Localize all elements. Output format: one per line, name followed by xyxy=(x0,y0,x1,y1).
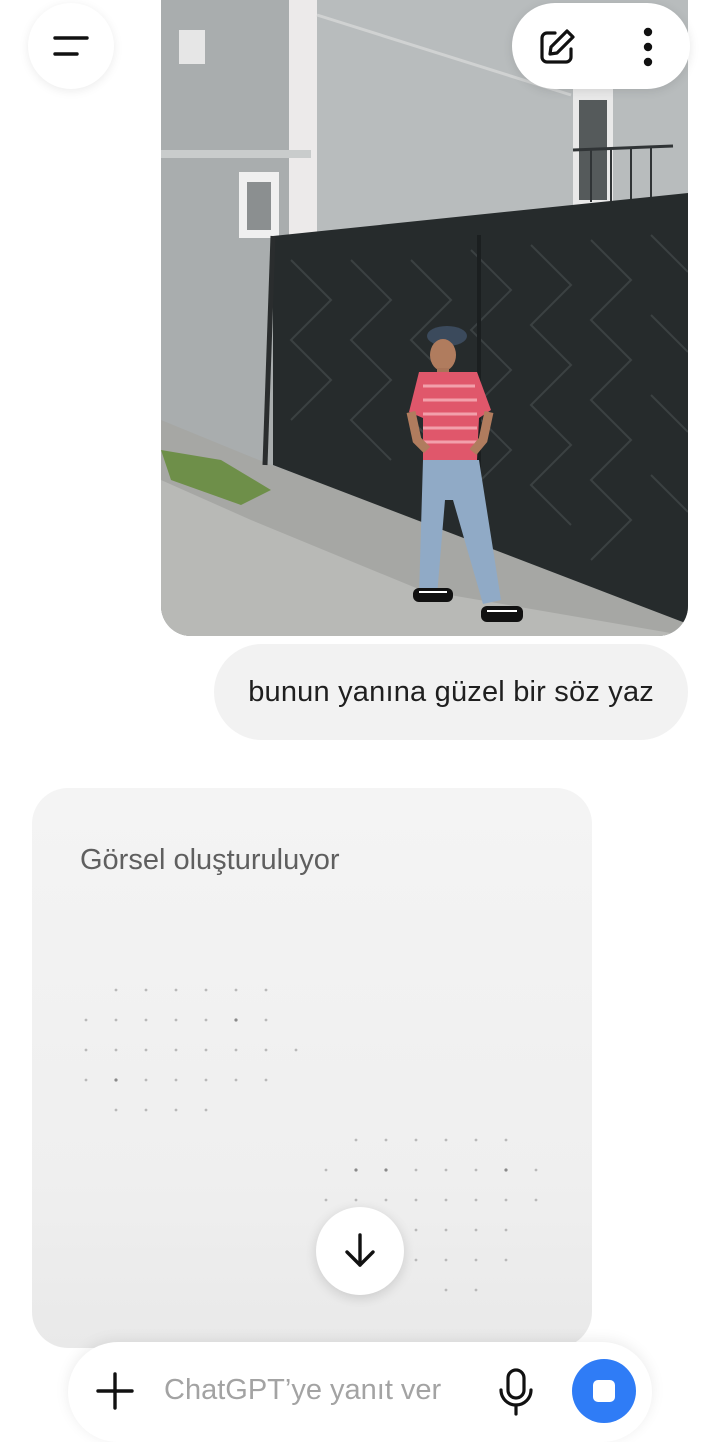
stop-square-icon xyxy=(593,1380,615,1402)
stop-generation-button[interactable] xyxy=(572,1359,636,1423)
add-attachment-button[interactable] xyxy=(94,1370,136,1412)
microphone-icon xyxy=(499,1368,533,1416)
image-generation-card: Görsel oluşturuluyor xyxy=(32,788,592,1348)
message-input[interactable]: ChatGPT’ye yanıt ver xyxy=(164,1374,441,1407)
more-options-button[interactable] xyxy=(628,23,668,71)
user-message-text: bunun yanına güzel bir söz yaz xyxy=(248,675,654,708)
message-composer: ChatGPT’ye yanıt ver xyxy=(68,1342,652,1442)
header-actions xyxy=(512,3,690,89)
vertical-dots-icon xyxy=(643,27,653,67)
voice-input-button[interactable] xyxy=(496,1366,536,1418)
attached-photo[interactable] xyxy=(161,0,688,636)
scroll-to-bottom-button[interactable] xyxy=(316,1207,404,1295)
menu-button[interactable] xyxy=(28,3,114,89)
user-message-bubble: bunun yanına güzel bir söz yaz xyxy=(214,644,688,740)
arrow-down-icon xyxy=(345,1233,375,1267)
hamburger-menu-icon xyxy=(53,36,89,56)
edit-pencil-icon xyxy=(540,29,575,64)
plus-icon xyxy=(96,1372,134,1410)
new-chat-button[interactable] xyxy=(536,26,578,68)
generation-status-text: Görsel oluşturuluyor xyxy=(80,844,340,876)
